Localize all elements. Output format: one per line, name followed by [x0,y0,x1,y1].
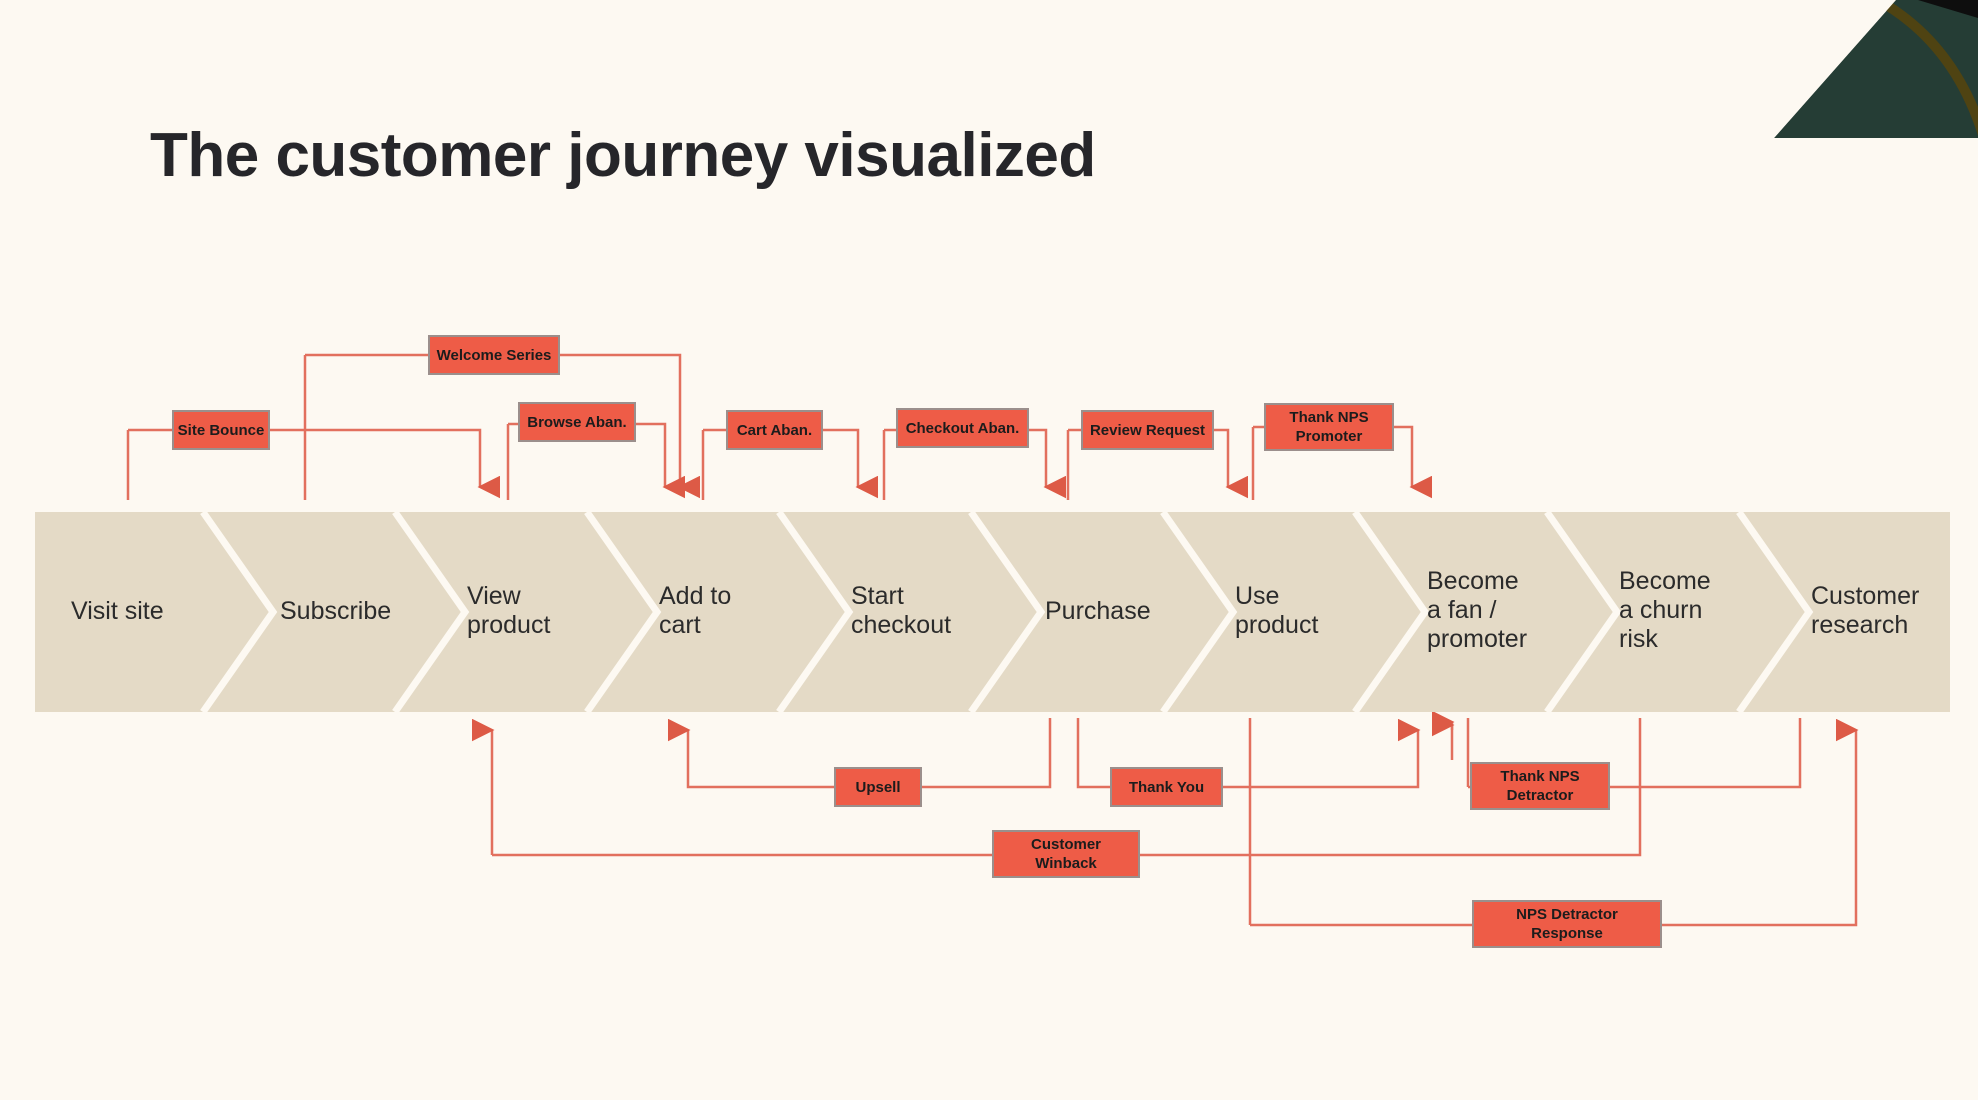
corner-decoration [1881,0,1978,130]
campaign-box-thank-you[interactable]: Thank You [1110,767,1223,807]
campaign-box-upsell[interactable]: Upsell [834,767,922,807]
campaign-box-nps-detractor-response[interactable]: NPS Detractor Response [1472,900,1662,948]
campaign-box-thank-nps-detractor[interactable]: Thank NPS Detractor [1470,762,1610,810]
page-title: The customer journey visualized [150,121,1096,190]
campaign-box-customer-winback[interactable]: Customer Winback [992,830,1140,878]
customer-journey-band: Visit site Subscribe View product Add to… [35,509,1950,715]
slide-canvas: The customer journey visualized Visit si… [0,0,1978,1100]
campaign-box-thank-nps-promoter[interactable]: Thank NPS Promoter [1264,403,1394,451]
campaign-box-browse-aban[interactable]: Browse Aban. [518,402,636,442]
campaign-box-checkout-aban[interactable]: Checkout Aban. [896,408,1029,448]
corner-decoration-shape [1718,0,1978,200]
campaign-box-site-bounce[interactable]: Site Bounce [172,410,270,450]
campaign-box-welcome-series[interactable]: Welcome Series [428,335,560,375]
campaign-box-review-request[interactable]: Review Request [1081,410,1214,450]
campaign-box-cart-aban[interactable]: Cart Aban. [726,410,823,450]
journey-chevrons [35,509,1950,715]
